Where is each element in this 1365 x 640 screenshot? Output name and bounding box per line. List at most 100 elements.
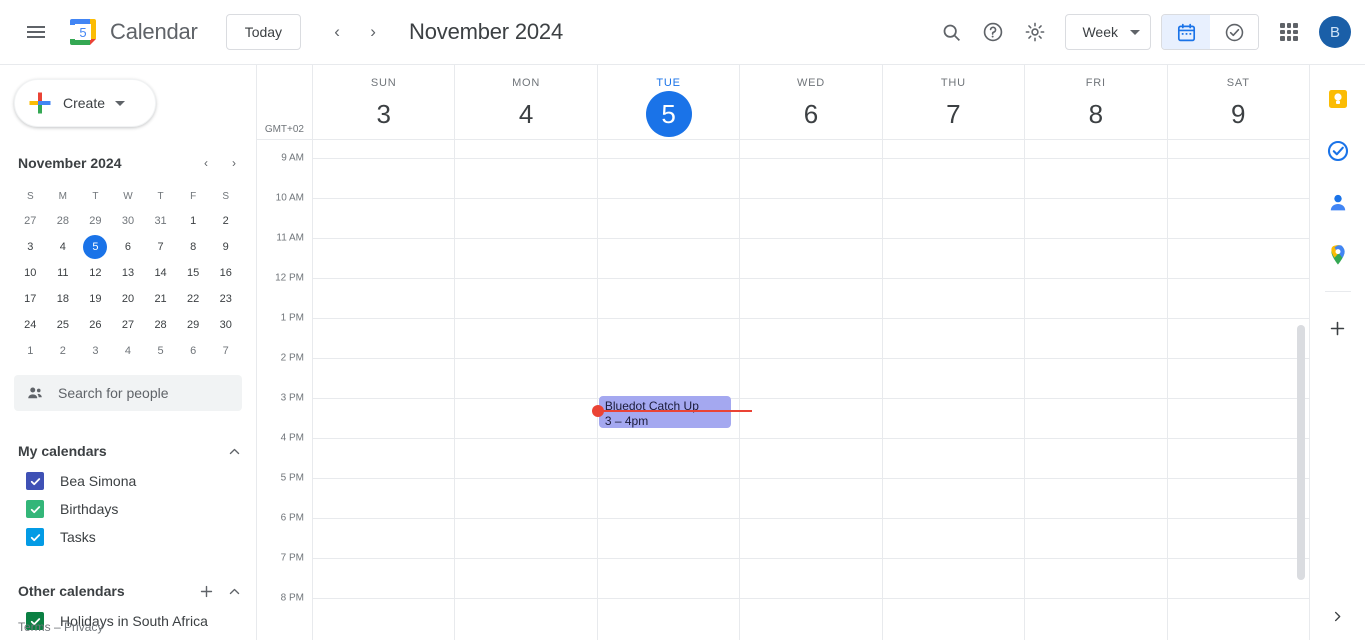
my-calendar-row[interactable]: Tasks (0, 523, 256, 551)
mini-calendar-day[interactable]: 30 (112, 208, 145, 233)
mini-calendar-day[interactable]: 6 (177, 338, 210, 363)
mini-calendar-day[interactable]: 6 (112, 234, 145, 259)
avatar[interactable]: B (1319, 16, 1351, 48)
chevron-up-icon[interactable] (220, 577, 248, 605)
mini-calendar-day[interactable]: 25 (47, 312, 80, 337)
day-column-mon[interactable] (454, 140, 596, 640)
mini-calendar-day[interactable]: 7 (209, 338, 242, 363)
chevron-up-icon[interactable] (220, 437, 248, 465)
google-keep-icon[interactable] (1320, 81, 1356, 117)
mini-calendar-day[interactable]: 5 (144, 338, 177, 363)
mini-calendar-day[interactable]: 23 (209, 286, 242, 311)
mini-calendar-day[interactable]: 8 (177, 234, 210, 259)
mini-calendar-day[interactable]: 4 (47, 234, 80, 259)
calendar-vertical-scrollbar[interactable] (1297, 325, 1305, 580)
calendar-scroll-area[interactable]: 9 AM 10 AM 11 AM 12 PM 1 PM 2 PM 3 PM 4 PM 5 PM 6… (257, 140, 1309, 640)
mini-calendar-day[interactable]: 28 (47, 208, 80, 233)
mini-calendar-day[interactable]: 5 (79, 234, 112, 259)
my-calendar-checkbox[interactable] (26, 472, 44, 490)
day-header-sat[interactable]: SAT 9 (1166, 65, 1309, 139)
google-calendar-logo-icon[interactable]: 5 (66, 15, 100, 49)
day-header-date-number[interactable]: 6 (788, 91, 834, 137)
create-button[interactable]: Create (14, 79, 156, 127)
search-for-people-input[interactable] (58, 385, 218, 401)
google-maps-icon[interactable] (1320, 237, 1356, 273)
mini-calendar-day[interactable]: 10 (14, 260, 47, 285)
view-select[interactable]: Week (1065, 14, 1151, 50)
hamburger-menu-icon[interactable] (16, 12, 56, 52)
mini-calendar-day[interactable]: 19 (79, 286, 112, 311)
mini-calendar-day[interactable]: 27 (14, 208, 47, 233)
add-shortcut-button[interactable] (1320, 310, 1356, 346)
add-other-calendar-icon[interactable] (192, 577, 220, 605)
next-period-button[interactable]: › (355, 14, 391, 50)
google-contacts-icon[interactable] (1320, 185, 1356, 221)
mini-calendar-day[interactable]: 11 (47, 260, 80, 285)
my-calendars-header[interactable]: My calendars (0, 435, 256, 467)
mini-calendar-day[interactable]: 3 (79, 338, 112, 363)
mini-calendar-day[interactable]: 1 (177, 208, 210, 233)
privacy-link[interactable]: Privacy (64, 620, 103, 634)
mini-calendar-day[interactable]: 27 (112, 312, 145, 337)
other-calendars-header[interactable]: Other calendars (0, 575, 256, 607)
day-header-date-number[interactable]: 5 (645, 91, 692, 137)
mini-calendar-day[interactable]: 22 (177, 286, 210, 311)
terms-link[interactable]: Terms (18, 620, 51, 634)
mini-calendar-day[interactable]: 1 (14, 338, 47, 363)
mini-calendar-day[interactable]: 16 (209, 260, 242, 285)
search-icon[interactable] (931, 12, 971, 52)
google-tasks-icon[interactable] (1320, 133, 1356, 169)
today-button[interactable]: Today (225, 14, 302, 50)
mini-calendar-next-button[interactable]: › (220, 149, 248, 177)
my-calendar-checkbox[interactable] (26, 500, 44, 518)
day-column-sun[interactable] (312, 140, 454, 640)
day-header-date-number[interactable]: 9 (1215, 91, 1261, 137)
day-header-date-number[interactable]: 8 (1073, 91, 1119, 137)
mini-calendar-day[interactable]: 31 (144, 208, 177, 233)
help-icon[interactable] (973, 12, 1013, 52)
expand-side-panel-button[interactable] (1320, 598, 1356, 634)
mini-calendar-day[interactable]: 17 (14, 286, 47, 311)
mini-calendar-day[interactable]: 29 (177, 312, 210, 337)
day-header-wed[interactable]: WED 6 (739, 65, 881, 139)
day-column-fri[interactable] (1024, 140, 1166, 640)
mini-calendar-day[interactable]: 12 (79, 260, 112, 285)
mini-calendar-day[interactable]: 18 (47, 286, 80, 311)
mini-calendar-day[interactable]: 9 (209, 234, 242, 259)
my-calendar-row[interactable]: Bea Simona (0, 467, 256, 495)
apps-grid-icon[interactable] (1269, 12, 1309, 52)
gear-icon[interactable] (1015, 12, 1055, 52)
day-column-tue[interactable]: Bluedot Catch Up 3 – 4pm (596, 140, 739, 640)
day-header-mon[interactable]: MON 4 (454, 65, 596, 139)
mini-calendar-day[interactable]: 29 (79, 208, 112, 233)
day-column-sat[interactable] (1166, 140, 1309, 640)
my-calendar-checkbox[interactable] (26, 528, 44, 546)
mini-calendar-prev-button[interactable]: ‹ (192, 149, 220, 177)
day-header-tue[interactable]: TUE 5 (596, 65, 739, 139)
mini-calendar-day[interactable]: 21 (144, 286, 177, 311)
mini-calendar-day[interactable]: 15 (177, 260, 210, 285)
previous-period-button[interactable]: ‹ (319, 14, 355, 50)
day-column-thu[interactable] (881, 140, 1024, 640)
mini-calendar-day[interactable]: 28 (144, 312, 177, 337)
mini-calendar-day[interactable]: 26 (79, 312, 112, 337)
calendar-view-toggle[interactable] (1162, 15, 1210, 49)
search-for-people-field[interactable] (14, 375, 242, 411)
mini-calendar-day[interactable]: 2 (47, 338, 80, 363)
tasks-view-toggle[interactable] (1210, 15, 1258, 49)
mini-calendar-day[interactable]: 3 (14, 234, 47, 259)
mini-calendar-day[interactable]: 20 (112, 286, 145, 311)
my-calendar-row[interactable]: Birthdays (0, 495, 256, 523)
mini-calendar-day[interactable]: 30 (209, 312, 242, 337)
mini-calendar-day[interactable]: 4 (112, 338, 145, 363)
day-header-thu[interactable]: THU 7 (881, 65, 1024, 139)
day-header-date-number[interactable]: 3 (361, 91, 407, 137)
mini-calendar-day[interactable]: 2 (209, 208, 242, 233)
calendar-event[interactable]: Bluedot Catch Up 3 – 4pm (598, 396, 732, 428)
day-header-sun[interactable]: SUN 3 (312, 65, 454, 139)
day-column-wed[interactable] (739, 140, 881, 640)
day-header-date-number[interactable]: 4 (503, 91, 549, 137)
day-header-fri[interactable]: FRI 8 (1024, 65, 1166, 139)
mini-calendar-day[interactable]: 24 (14, 312, 47, 337)
mini-calendar-day[interactable]: 14 (144, 260, 177, 285)
